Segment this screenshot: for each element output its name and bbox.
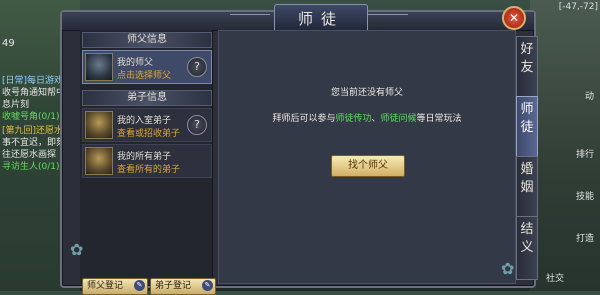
mentorship-description: 拜师后可以参与师徒传功、师徒问候等日常玩法 — [219, 111, 515, 124]
ranking-button[interactable]: 排行 — [576, 150, 594, 161]
entry-action: 查看或招收弟子 — [117, 129, 181, 139]
disciple-register-button[interactable]: 弟子登记 ✎ — [150, 278, 216, 295]
map-coords: [-47,-72] — [558, 2, 598, 12]
desc-highlight: 师徒传功 — [335, 114, 372, 124]
flower-decoration-icon: ✿ — [70, 240, 84, 259]
mentorship-window: 师徒 师父信息 我的师父 点击选择师父 ? 弟子信息 我的入室弟子 查看或招收弟… — [60, 4, 538, 295]
skills-button[interactable]: 技能 — [576, 192, 594, 203]
title-ornament — [368, 14, 408, 27]
desc-text: 拜师后可以参与 — [272, 114, 336, 124]
entry-action: 点击选择师父 — [117, 71, 172, 81]
forge-button[interactable]: 打造 — [576, 234, 594, 245]
desc-highlight: 师徒问候 — [380, 114, 417, 124]
chat-line: 收号角通知帮中 — [2, 88, 66, 98]
desc-text: 等日常玩法 — [416, 114, 462, 124]
help-icon[interactable]: ? — [187, 115, 207, 135]
background-right: [-47,-72] 动 排行 技能 打造 社交 — [530, 0, 600, 291]
chat-line: 息片刻 — [2, 100, 30, 110]
disciple-info-header: 弟子信息 — [82, 90, 212, 106]
button-label: 弟子登记 — [155, 281, 192, 291]
social-button[interactable]: 社交 — [546, 274, 564, 285]
help-icon[interactable]: ? — [187, 57, 207, 77]
my-master-entry[interactable]: 我的师父 点击选择师父 ? — [82, 50, 212, 84]
all-disciples-entry[interactable]: 我的所有弟子 查看所有的弟子 — [82, 144, 212, 178]
tab-sworn-brothers[interactable]: 结义 — [516, 216, 538, 280]
entry-title: 我的师父 — [117, 58, 154, 68]
master-info-header: 师父信息 — [82, 32, 212, 48]
button-label: 师父登记 — [87, 281, 124, 291]
master-register-button[interactable]: 师父登记 ✎ — [82, 278, 148, 295]
title-ornament — [230, 14, 270, 27]
master-avatar — [85, 53, 113, 81]
pen-icon: ✎ — [134, 280, 145, 291]
entry-action: 查看所有的弟子 — [117, 165, 181, 175]
content-area: 您当前还没有师父 拜师后可以参与师徒传功、师徒问候等日常玩法 找个师父 ✿ — [218, 30, 516, 284]
chat-line: 事不宜迟，即刻 — [2, 138, 66, 148]
chat-line: 寻访生人(0/1) — [2, 162, 60, 172]
chat-line: 往还愿水画探 — [2, 150, 57, 160]
close-icon[interactable]: ✕ — [502, 6, 526, 30]
disciple-avatar — [85, 147, 113, 175]
chat-line: [日常]每日游戏 — [2, 76, 64, 86]
tab-friends[interactable]: 好友 — [516, 36, 538, 100]
player-level: 49 — [2, 38, 15, 49]
chat-line: 收嘘号角(0/1) — [2, 112, 60, 122]
left-panel: 师父信息 我的师父 点击选择师父 ? 弟子信息 我的入室弟子 查看或招收弟子 ?… — [70, 30, 216, 295]
inner-disciple-entry[interactable]: 我的入室弟子 查看或招收弟子 ? — [82, 108, 212, 142]
flower-decoration-icon: ✿ — [501, 259, 515, 278]
desc-separator: 、 — [371, 114, 381, 124]
entry-title: 我的入室弟子 — [117, 116, 172, 126]
pen-icon: ✎ — [202, 280, 213, 291]
window-title: 师徒 — [297, 10, 344, 28]
find-master-button[interactable]: 找个师父 — [331, 155, 405, 177]
no-master-message: 您当前还没有师父 — [330, 88, 403, 98]
side-label: 动 — [584, 92, 594, 102]
tab-marriage[interactable]: 婚姻 — [516, 156, 538, 220]
disciple-avatar — [85, 111, 113, 139]
tab-mentorship[interactable]: 师徒 — [516, 96, 538, 160]
chat-line: [第九回]还愿水 — [2, 126, 64, 136]
entry-title: 我的所有弟子 — [117, 152, 172, 162]
